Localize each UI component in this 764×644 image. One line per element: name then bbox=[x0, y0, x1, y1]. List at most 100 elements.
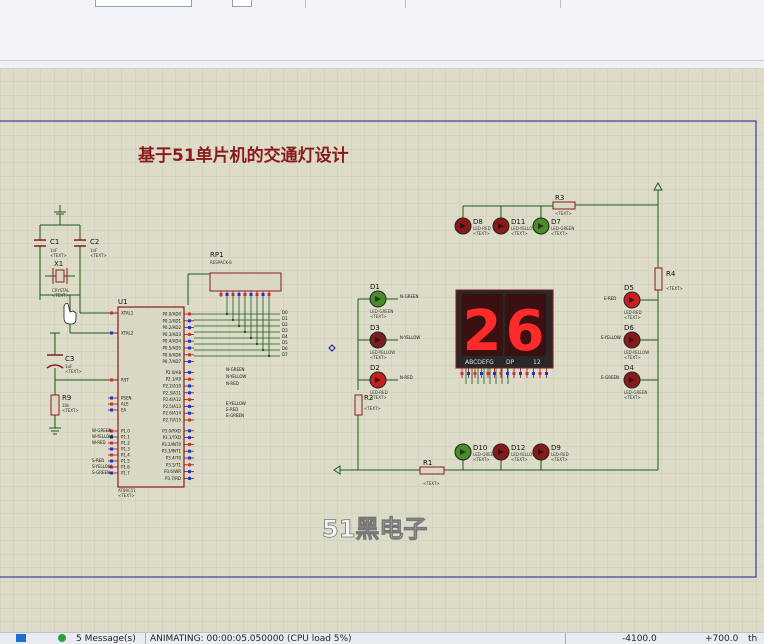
c2-ref: C2 bbox=[90, 238, 99, 246]
pin-state-marker bbox=[188, 429, 191, 433]
u1-pin-label: P0.2/AD2 bbox=[163, 325, 182, 330]
status-indicator-icon bbox=[16, 634, 26, 642]
display-pin-label-mid: DP bbox=[506, 359, 515, 366]
net-label-d7: D7 bbox=[282, 352, 288, 357]
r4-ref: R4 bbox=[666, 270, 676, 278]
led-text: <TEXT> bbox=[624, 395, 641, 400]
pin-state-marker bbox=[467, 372, 470, 375]
toolbar-separator bbox=[305, 0, 306, 8]
status-separator bbox=[145, 633, 146, 644]
led-ref: D4 bbox=[624, 364, 634, 372]
pin-state-marker bbox=[473, 372, 477, 375]
pin-state-marker bbox=[519, 372, 522, 375]
pin-state-marker bbox=[110, 453, 113, 457]
pin-state-marker bbox=[110, 311, 113, 315]
x1-ref: X1 bbox=[54, 260, 63, 268]
u1-pin-label: P1.6 bbox=[121, 465, 130, 470]
pin-state-marker bbox=[188, 360, 191, 364]
u1-pin-label: P0.0/AD0 bbox=[163, 312, 182, 317]
u1-pin-label: P0.7/AD7 bbox=[163, 359, 182, 364]
toolbar bbox=[0, 0, 764, 61]
u1-pin-label: P2.6/A14 bbox=[163, 411, 181, 416]
u1-pin-label: P1.4 bbox=[121, 453, 130, 458]
toolbar-separator bbox=[405, 0, 406, 8]
pin-state-marker bbox=[188, 398, 191, 402]
toolbar-dropdown[interactable] bbox=[95, 0, 192, 7]
net-label-nyellow: N-YELLOW bbox=[226, 374, 246, 379]
r1-text: <TEXT> bbox=[423, 481, 440, 486]
rp1-value: RESPACK-8 bbox=[210, 260, 232, 265]
led-text: <TEXT> bbox=[511, 231, 528, 236]
net-label-d1: D1 bbox=[282, 316, 288, 321]
pin-state-marker bbox=[480, 372, 483, 375]
u1-pin-label: P2.2/A10 bbox=[163, 384, 181, 389]
east-label-egreen: E-GREEN bbox=[601, 375, 619, 380]
led-text: <TEXT> bbox=[551, 457, 568, 462]
p0-net-labels: D0 D1 D2 D3 D4 D5 D6 D7 bbox=[282, 310, 288, 357]
led-ref: D7 bbox=[551, 218, 561, 226]
u1-pin-label: P1.0 bbox=[121, 429, 130, 434]
u1-pin-label: EA bbox=[121, 408, 127, 413]
net-label-ered: E-RED bbox=[226, 407, 238, 412]
u1-pin-label: P3.7/RD bbox=[165, 476, 181, 481]
pin-state-marker bbox=[249, 293, 253, 296]
pin-state-marker bbox=[219, 293, 223, 296]
schematic-canvas[interactable]: 基于51单片机的交通灯设计 C1 1nF <TEXT> C2 1nF <TEXT… bbox=[0, 68, 764, 632]
display-digit-ones: 6 bbox=[506, 299, 545, 364]
u1-pin-label: P2.1/A9 bbox=[166, 377, 182, 382]
pin-state-marker bbox=[486, 372, 490, 375]
u1-pin-label: P3.6/WR bbox=[164, 469, 181, 474]
pin-state-marker bbox=[261, 293, 265, 296]
led-text: <TEXT> bbox=[370, 314, 387, 319]
led-text: <TEXT> bbox=[473, 457, 490, 462]
u1-pin-label: P2.5/A13 bbox=[163, 404, 181, 409]
u1-pin-label: XTAL1 bbox=[121, 311, 134, 316]
schematic-svg[interactable]: 基于51单片机的交通灯设计 C1 1nF <TEXT> C2 1nF <TEXT… bbox=[0, 68, 764, 632]
led-text: <TEXT> bbox=[551, 231, 568, 236]
r3-text: <TEXT> bbox=[555, 211, 572, 216]
toolbar-button[interactable] bbox=[232, 0, 252, 7]
net-label-nred: N-RED bbox=[226, 381, 239, 386]
u1-pin-label: P1.3 bbox=[121, 447, 130, 452]
led-ref: D1 bbox=[370, 283, 380, 291]
net-label-wyellow: W-YELLOW bbox=[92, 434, 113, 439]
pin-state-marker bbox=[525, 372, 529, 375]
pin-state-marker bbox=[188, 312, 191, 316]
pin-state-marker bbox=[460, 372, 464, 375]
pin-state-marker bbox=[188, 377, 191, 381]
net-label-d3: D3 bbox=[282, 328, 288, 333]
x1-text: <TEXT> bbox=[52, 293, 69, 298]
u1-pin-label: P3.3/INT1 bbox=[162, 449, 182, 454]
u1-pin-label: P2.3/A11 bbox=[163, 390, 181, 395]
led-text: <TEXT> bbox=[370, 395, 387, 400]
resistor-r4 bbox=[654, 267, 663, 291]
west-label-nyellow: N-YELLOW bbox=[400, 335, 420, 340]
net-label-d0: D0 bbox=[282, 310, 288, 315]
pin-state-marker bbox=[188, 346, 191, 350]
pin-state-marker bbox=[255, 293, 259, 296]
resistor-r2 bbox=[354, 394, 363, 416]
pin-state-marker bbox=[225, 293, 229, 296]
display-pin-label-right: 12 bbox=[533, 359, 541, 366]
u1-pin-label: P2.4/A12 bbox=[163, 397, 181, 402]
net-label-d5: D5 bbox=[282, 340, 288, 345]
pin-state-marker bbox=[493, 372, 496, 375]
r9-text: <TEXT> bbox=[62, 408, 79, 413]
microcontroller-u1[interactable]: U1 AT89C51 <TEXT> XTAL1XTAL2RSTPSENALEEA… bbox=[108, 298, 194, 498]
pin-state-marker bbox=[506, 372, 509, 375]
led-ref: D5 bbox=[624, 284, 634, 292]
u1-pin-label: P1.7 bbox=[121, 471, 130, 476]
pin-state-marker bbox=[188, 370, 191, 374]
pin-state-marker bbox=[110, 441, 113, 445]
u1-pin-label: P0.3/AD3 bbox=[163, 332, 182, 337]
u1-text: <TEXT> bbox=[118, 493, 135, 498]
pin-state-marker bbox=[110, 471, 113, 475]
message-icon[interactable] bbox=[58, 634, 66, 642]
led-ref: D2 bbox=[370, 364, 380, 372]
status-separator bbox=[565, 633, 566, 644]
led-ref: D8 bbox=[473, 218, 483, 226]
pin-state-marker bbox=[538, 372, 542, 375]
u1-pin-label: P2.7/A15 bbox=[163, 418, 181, 423]
r2-text: <TEXT> bbox=[364, 406, 381, 411]
r1-ref: R1 bbox=[423, 459, 432, 467]
